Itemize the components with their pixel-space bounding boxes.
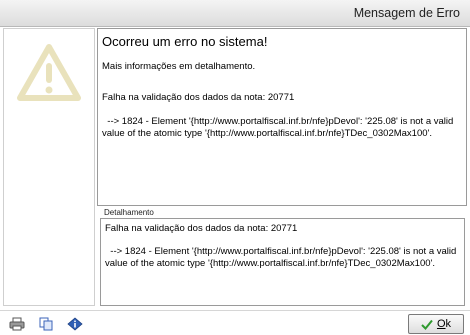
details-box[interactable]: Falha na validação dos dados da nota: 20… bbox=[100, 218, 465, 306]
details-detail: --> 1824 - Element '{http://www.portalfi… bbox=[105, 246, 459, 269]
message-heading: Ocorreu um erro no sistema! bbox=[102, 34, 268, 49]
ok-button-hotkey: O bbox=[436, 318, 446, 330]
message-detail: --> 1824 - Element '{http://www.portalfi… bbox=[102, 116, 456, 139]
message-box[interactable]: Ocorreu um erro no sistema! Mais informa… bbox=[97, 28, 467, 206]
info-icon[interactable] bbox=[67, 317, 83, 331]
details-label: Detalhamento bbox=[104, 208, 154, 217]
message-failure: Falha na validação dos dados da nota: 20… bbox=[102, 92, 295, 103]
window-title: Mensagem de Erro bbox=[353, 6, 460, 20]
warning-icon bbox=[17, 44, 81, 101]
bottom-toolbar: Ok bbox=[0, 310, 470, 335]
ok-button[interactable]: Ok bbox=[408, 314, 464, 334]
icon-panel bbox=[3, 28, 95, 306]
check-icon bbox=[421, 319, 433, 330]
details-failure: Falha na validação dos dados da nota: 20… bbox=[105, 223, 298, 234]
title-bar: Mensagem de Erro bbox=[0, 0, 470, 27]
message-more-info: Mais informações em detalhamento. bbox=[102, 61, 256, 72]
copy-icon[interactable] bbox=[38, 317, 54, 331]
ok-button-label: Ok bbox=[437, 318, 451, 330]
printer-icon[interactable] bbox=[9, 317, 25, 331]
ok-button-label-rest: k bbox=[445, 318, 452, 330]
